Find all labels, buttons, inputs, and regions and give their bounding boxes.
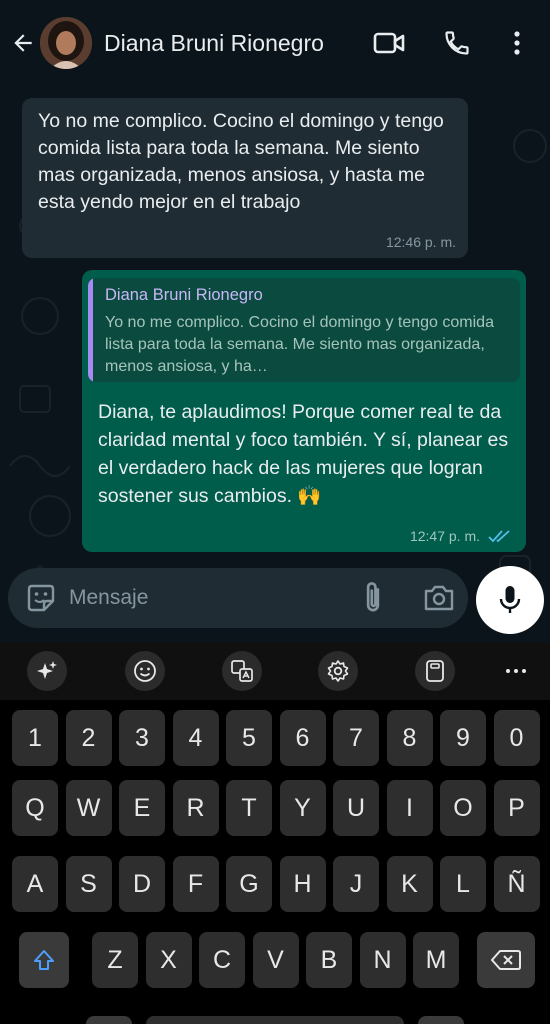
key-num-4[interactable]: 5 bbox=[226, 710, 272, 766]
more-horiz-icon bbox=[506, 669, 526, 673]
smiley-icon bbox=[134, 660, 156, 682]
incoming-message[interactable]: Yo no me complico. Cocino el domingo y t… bbox=[22, 98, 468, 258]
space-key[interactable] bbox=[146, 1016, 404, 1024]
key-r2-2[interactable]: D bbox=[119, 856, 165, 912]
key-r2-8[interactable]: L bbox=[440, 856, 486, 912]
quote-accent-bar bbox=[88, 278, 93, 382]
contact-name[interactable]: Diana Bruni Rionegro bbox=[104, 30, 324, 57]
bottom-row-key-left[interactable] bbox=[86, 1016, 132, 1024]
keyboard-toolbar bbox=[0, 642, 550, 700]
backspace-icon bbox=[491, 950, 521, 970]
keyboard: 1234567890 QWERTYUIOP ASDFGHJKLÑ ZXCVBNM bbox=[0, 700, 550, 1024]
read-ticks-icon bbox=[488, 530, 510, 543]
shift-arrow-icon bbox=[34, 950, 54, 970]
key-num-5[interactable]: 6 bbox=[279, 710, 326, 766]
key-num-9[interactable]: 0 bbox=[493, 710, 540, 766]
toolbar-more-button[interactable] bbox=[496, 651, 536, 691]
key-r3-1[interactable]: X bbox=[145, 932, 192, 988]
key-r3-3[interactable]: V bbox=[252, 932, 299, 988]
gear-icon bbox=[327, 660, 349, 682]
key-r2-4[interactable]: G bbox=[226, 856, 272, 912]
voice-call-button[interactable] bbox=[440, 26, 474, 60]
key-num-2[interactable]: 3 bbox=[119, 710, 165, 766]
key-num-8[interactable]: 9 bbox=[440, 710, 486, 766]
key-r2-7[interactable]: K bbox=[386, 856, 433, 912]
message-composer[interactable]: Mensaje bbox=[8, 568, 468, 628]
voice-record-button[interactable] bbox=[476, 566, 544, 634]
outgoing-message-text: Diana, te aplaudimos! Porque comer real … bbox=[98, 401, 509, 507]
emoji-keyboard-button[interactable] bbox=[125, 651, 165, 691]
key-r3-2[interactable]: C bbox=[199, 932, 245, 988]
key-num-1[interactable]: 2 bbox=[65, 710, 112, 766]
more-vert-icon bbox=[514, 31, 520, 55]
key-num-7[interactable]: 8 bbox=[386, 710, 433, 766]
quote-author: Diana Bruni Rionegro bbox=[105, 286, 263, 304]
backspace-key[interactable] bbox=[477, 932, 535, 988]
microphone-icon bbox=[499, 586, 521, 613]
translate-button[interactable] bbox=[222, 651, 262, 691]
key-r2-1[interactable]: S bbox=[65, 856, 112, 912]
key-r1-3[interactable]: R bbox=[172, 780, 219, 836]
key-r2-3[interactable]: F bbox=[172, 856, 219, 912]
sparkle-icon bbox=[37, 661, 57, 679]
key-r3-6[interactable]: M bbox=[413, 932, 459, 988]
key-r1-1[interactable]: W bbox=[65, 780, 112, 836]
chat-header: Diana Bruni Rionegro bbox=[0, 0, 550, 86]
avatar-image bbox=[40, 17, 92, 69]
incoming-message-text: Yo no me complico. Cocino el domingo y t… bbox=[38, 110, 444, 213]
key-r1-9[interactable]: P bbox=[493, 780, 540, 836]
incoming-message-time: 12:46 p. m. bbox=[385, 234, 456, 250]
key-r1-5[interactable]: Y bbox=[279, 780, 326, 836]
video-call-button[interactable] bbox=[372, 26, 406, 60]
clipboard-icon bbox=[426, 660, 444, 682]
outgoing-message[interactable]: Diana Bruni Rionegro Yo no me complico. … bbox=[82, 270, 526, 552]
key-num-3[interactable]: 4 bbox=[172, 710, 219, 766]
quote-text: Yo no me complico. Cocino el domingo y t… bbox=[105, 314, 494, 375]
key-r1-0[interactable]: Q bbox=[12, 780, 58, 836]
key-r2-5[interactable]: H bbox=[279, 856, 326, 912]
key-r2-9[interactable]: Ñ bbox=[493, 856, 540, 912]
key-r3-0[interactable]: Z bbox=[92, 932, 138, 988]
key-r1-8[interactable]: O bbox=[440, 780, 486, 836]
outgoing-message-time: 12:47 p. m. bbox=[409, 528, 480, 544]
key-r2-6[interactable]: J bbox=[333, 856, 379, 912]
key-num-0[interactable]: 1 bbox=[12, 710, 58, 766]
key-r1-7[interactable]: I bbox=[386, 780, 433, 836]
phone-icon bbox=[445, 31, 469, 55]
back-arrow-icon bbox=[14, 34, 32, 52]
key-r1-6[interactable]: U bbox=[333, 780, 379, 836]
keyboard-settings-button[interactable] bbox=[318, 651, 358, 691]
bottom-row-key-right[interactable] bbox=[418, 1016, 464, 1024]
contact-avatar[interactable] bbox=[40, 17, 92, 69]
key-r3-4[interactable]: B bbox=[306, 932, 352, 988]
key-r2-0[interactable]: A bbox=[12, 856, 58, 912]
attach-icon[interactable] bbox=[358, 581, 388, 615]
key-r1-4[interactable]: T bbox=[226, 780, 272, 836]
clipboard-button[interactable] bbox=[415, 651, 455, 691]
key-r1-2[interactable]: E bbox=[119, 780, 165, 836]
video-call-icon bbox=[373, 32, 405, 54]
camera-icon[interactable] bbox=[422, 582, 456, 614]
key-num-6[interactable]: 7 bbox=[333, 710, 379, 766]
ai-tools-button[interactable] bbox=[27, 651, 67, 691]
back-button[interactable] bbox=[8, 26, 38, 60]
chat-area[interactable]: Yo no me complico. Cocino el domingo y t… bbox=[0, 86, 550, 642]
quoted-message[interactable]: Diana Bruni Rionegro Yo no me complico. … bbox=[88, 278, 520, 382]
sticker-emoji-icon[interactable] bbox=[24, 581, 58, 615]
key-r3-5[interactable]: N bbox=[359, 932, 406, 988]
message-input[interactable]: Mensaje bbox=[69, 586, 148, 610]
shift-key[interactable] bbox=[19, 932, 69, 988]
more-options-button[interactable] bbox=[500, 26, 534, 60]
translate-icon bbox=[231, 660, 253, 682]
